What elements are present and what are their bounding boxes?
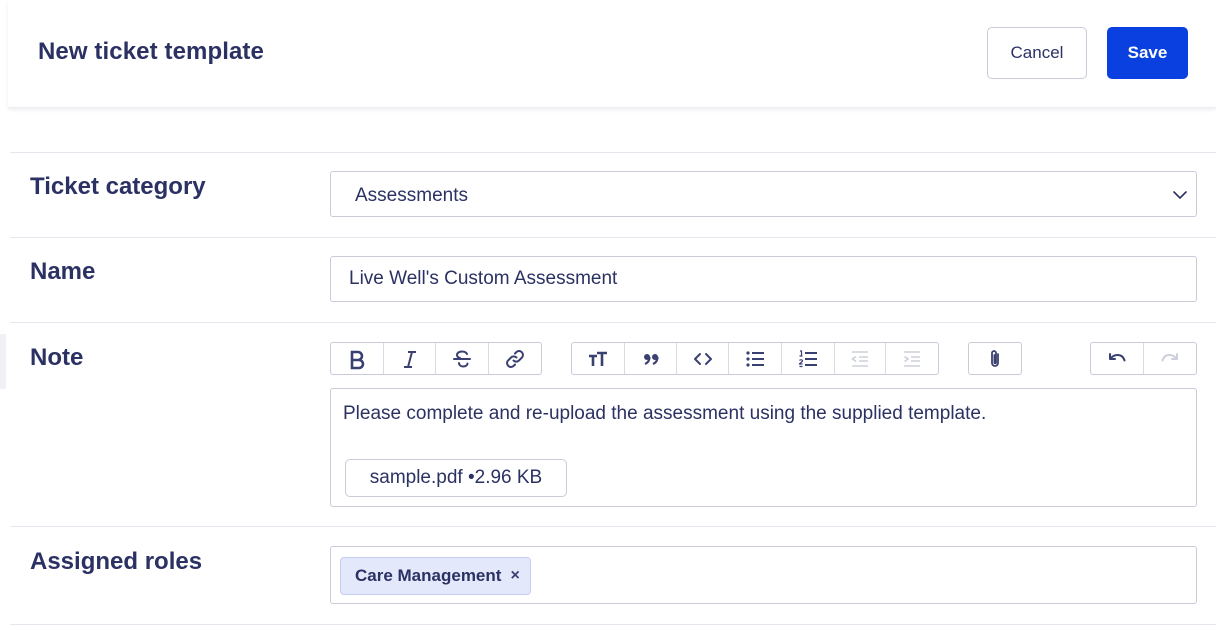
indent-icon (904, 350, 921, 367)
role-chip: Care Management × (340, 557, 531, 595)
left-edge-accent (0, 334, 6, 389)
bold-button[interactable] (331, 343, 384, 374)
undo-button[interactable] (1091, 343, 1144, 374)
indent-button[interactable] (886, 343, 938, 374)
heading-icon (588, 351, 607, 366)
note-label: Note (30, 344, 84, 371)
attach-button[interactable] (969, 343, 1021, 374)
italic-button[interactable] (384, 343, 436, 374)
assigned-roles-input[interactable]: Care Management × (330, 546, 1197, 604)
redo-icon (1161, 352, 1178, 361)
assigned-roles-label: Assigned roles (30, 548, 203, 575)
attachment-chip[interactable]: sample.pdf •2.96 KB (345, 459, 567, 497)
toolbar-block-group (571, 342, 939, 375)
ticket-category-value: Assessments (355, 185, 468, 206)
page-header: New ticket template Cancel Save (8, 0, 1216, 108)
outdent-icon (851, 350, 868, 367)
save-button[interactable]: Save (1107, 27, 1188, 79)
ticket-category-select[interactable]: Assessments (330, 171, 1197, 217)
toolbar-history-group (1090, 342, 1197, 375)
numbered-list-button[interactable] (782, 343, 835, 374)
divider (10, 624, 1216, 625)
bullet-list-button[interactable] (729, 343, 782, 374)
ticket-category-label: Ticket category (30, 173, 206, 200)
link-button[interactable] (489, 343, 541, 374)
numbered-list-icon (798, 349, 817, 367)
bold-icon (350, 350, 365, 369)
divider (10, 322, 1216, 323)
attach-icon (991, 349, 999, 367)
quote-button[interactable] (625, 343, 678, 374)
strikethrough-icon (453, 349, 471, 368)
redo-button[interactable] (1144, 343, 1196, 374)
divider (10, 526, 1216, 527)
role-chip-label: Care Management (355, 566, 502, 585)
name-label: Name (30, 258, 96, 285)
chevron-down-icon (1173, 191, 1187, 199)
remove-role-icon[interactable]: × (510, 567, 519, 585)
toolbar-formatting-group (330, 342, 542, 375)
cancel-button[interactable]: Cancel (987, 27, 1087, 79)
divider (10, 152, 1216, 153)
outdent-button[interactable] (835, 343, 887, 374)
code-icon (693, 352, 712, 365)
note-content: Please complete and re-upload the assess… (343, 403, 987, 424)
heading-button[interactable] (572, 343, 625, 374)
bullet-list-icon (746, 350, 765, 367)
link-icon (506, 349, 524, 368)
toolbar-attach-group (968, 342, 1022, 375)
strikethrough-button[interactable] (436, 343, 489, 374)
italic-icon (403, 350, 416, 368)
name-input[interactable] (330, 256, 1197, 302)
note-editor[interactable]: Please complete and re-upload the assess… (330, 388, 1197, 507)
divider (10, 237, 1216, 238)
quote-icon (643, 353, 659, 365)
code-button[interactable] (677, 343, 730, 374)
page-title: New ticket template (38, 38, 264, 65)
undo-icon (1109, 352, 1126, 361)
